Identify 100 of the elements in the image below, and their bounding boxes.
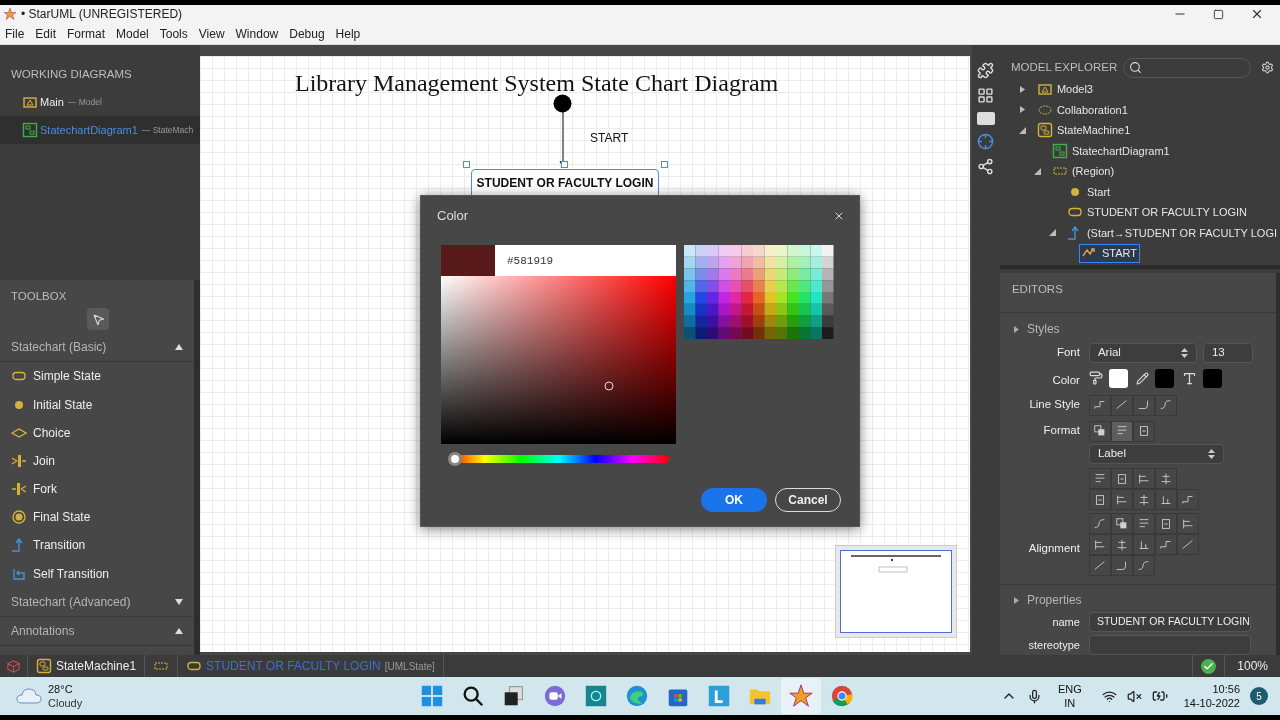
align-button[interactable] bbox=[1154, 534, 1177, 555]
menu-item[interactable]: Debug bbox=[289, 24, 325, 43]
saturation-value-area[interactable] bbox=[441, 276, 676, 444]
menu-item[interactable]: Model bbox=[116, 24, 149, 43]
cube-icon[interactable] bbox=[7, 659, 20, 673]
working-diagram-item[interactable]: Main — Model bbox=[0, 88, 200, 117]
label-format-button[interactable] bbox=[1154, 489, 1177, 510]
section-title[interactable]: Properties bbox=[1026, 591, 1082, 609]
working-diagram-item[interactable]: StatechartDiagram1 — StateMach bbox=[0, 116, 200, 145]
hex-input[interactable]: #581919 bbox=[495, 245, 676, 276]
collapsed-arrow-icon[interactable] bbox=[1019, 85, 1027, 93]
toolbox-section-header[interactable]: Statechart (Basic) bbox=[0, 333, 194, 363]
tree-item[interactable]: START bbox=[1078, 244, 1140, 263]
color-picker-handle[interactable] bbox=[604, 381, 614, 391]
toolbox-item[interactable]: Self Transition bbox=[0, 559, 194, 588]
font-select[interactable]: Arial bbox=[1088, 343, 1197, 363]
hue-slider[interactable] bbox=[448, 452, 669, 466]
collapsed-arrow-icon[interactable] bbox=[1013, 596, 1019, 604]
label-position-button[interactable] bbox=[1154, 468, 1177, 489]
menu-item[interactable]: Window bbox=[235, 24, 279, 43]
format-button[interactable] bbox=[1088, 420, 1111, 442]
hue-slider-thumb[interactable] bbox=[448, 452, 462, 466]
expanded-arrow-icon[interactable] bbox=[1019, 126, 1027, 134]
toolbox-item[interactable]: Initial State bbox=[0, 390, 194, 419]
microphone-icon[interactable] bbox=[1026, 688, 1042, 704]
expanded-arrow-icon[interactable] bbox=[1049, 229, 1057, 237]
toolbox-section-header[interactable]: Annotations bbox=[0, 616, 194, 646]
mute-icon[interactable] bbox=[1126, 688, 1142, 704]
battery-icon[interactable] bbox=[1151, 688, 1168, 704]
label-format-button[interactable] bbox=[1132, 489, 1155, 510]
color-swatch[interactable] bbox=[1202, 368, 1222, 388]
tree-item[interactable]: STUDENT OR FACULTY LOGIN bbox=[1063, 203, 1251, 222]
toolbox-item[interactable]: Choice bbox=[0, 418, 194, 447]
tree-item[interactable]: (Region) bbox=[1048, 162, 1118, 181]
diagram-canvas[interactable]: Library Management System State Chart Diagram START STUDENT OR FACULTY LOGIN Color #581919 OK Cancel bbox=[200, 56, 970, 652]
label-format-button[interactable] bbox=[1110, 489, 1133, 510]
toolbox-item[interactable]: Transition bbox=[0, 531, 194, 560]
navigation-icon[interactable] bbox=[977, 133, 995, 150]
validation-ok-icon[interactable] bbox=[1201, 658, 1217, 674]
align-button[interactable] bbox=[1110, 534, 1133, 555]
menu-item[interactable]: View bbox=[198, 24, 225, 43]
share-icon[interactable] bbox=[977, 158, 995, 175]
align-button[interactable] bbox=[1088, 513, 1111, 534]
label-position-button[interactable] bbox=[1132, 468, 1155, 489]
align-button[interactable] bbox=[1132, 555, 1155, 576]
tree-item[interactable]: Start bbox=[1063, 182, 1114, 201]
label-position-button[interactable] bbox=[1110, 468, 1133, 489]
minimap[interactable] bbox=[835, 545, 957, 638]
settings-icon[interactable] bbox=[1261, 61, 1275, 74]
label-format-button[interactable] bbox=[1088, 489, 1111, 510]
menu-item[interactable]: Help bbox=[335, 24, 361, 43]
maximize-icon[interactable] bbox=[1213, 8, 1224, 20]
selection-handle[interactable] bbox=[463, 161, 470, 168]
clock-time[interactable]: 10:56 bbox=[1212, 682, 1240, 696]
property-field[interactable]: STUDENT OR FACULTY LOGIN bbox=[1088, 612, 1251, 632]
collapsed-arrow-icon[interactable] bbox=[1013, 325, 1019, 333]
grid-icon[interactable] bbox=[977, 87, 995, 104]
wifi-icon[interactable] bbox=[1101, 688, 1117, 704]
tree-item[interactable]: Model3 bbox=[1033, 80, 1096, 99]
tree-item[interactable]: StateMachine1 bbox=[1033, 121, 1134, 140]
align-button[interactable] bbox=[1132, 534, 1155, 555]
color-swatch[interactable] bbox=[1154, 368, 1174, 388]
menu-item[interactable]: File bbox=[5, 24, 25, 43]
toolbox-item[interactable]: Fork bbox=[0, 475, 194, 504]
size-select[interactable]: 13 bbox=[1202, 343, 1253, 363]
toolbox-item[interactable]: Join bbox=[0, 446, 194, 475]
format-button[interactable] bbox=[1132, 420, 1155, 442]
align-button[interactable] bbox=[1132, 513, 1155, 534]
property-field[interactable] bbox=[1088, 635, 1251, 655]
toolbox-item[interactable]: Simple State bbox=[0, 362, 194, 391]
label-format-button[interactable] bbox=[1176, 489, 1199, 510]
tree-item[interactable]: Collaboration1 bbox=[1033, 100, 1131, 119]
clock-date[interactable]: 14-10-2022 bbox=[1183, 696, 1240, 710]
line-style-button[interactable] bbox=[1088, 394, 1111, 416]
tree-item[interactable]: StatechartDiagram1 bbox=[1048, 141, 1173, 160]
initial-state-dot[interactable] bbox=[553, 94, 572, 113]
label-position-button[interactable] bbox=[1088, 468, 1111, 489]
extension-icon[interactable] bbox=[977, 62, 995, 79]
align-button[interactable] bbox=[1176, 513, 1199, 534]
tree-item[interactable]: (Start→STUDENT OR FACULTY LOGI bbox=[1063, 223, 1280, 242]
align-button[interactable] bbox=[1110, 513, 1133, 534]
ok-button[interactable]: OK bbox=[701, 488, 767, 512]
toolbox-item[interactable]: Final State bbox=[0, 503, 194, 532]
menu-item[interactable]: Tools bbox=[159, 24, 188, 43]
expanded-arrow-icon[interactable] bbox=[1034, 167, 1042, 175]
align-button[interactable] bbox=[1110, 555, 1133, 576]
line-style-button[interactable] bbox=[1154, 394, 1177, 416]
align-button[interactable] bbox=[1088, 534, 1111, 555]
label-select[interactable]: Label bbox=[1088, 444, 1224, 464]
align-button[interactable] bbox=[1154, 513, 1177, 534]
notification-badge[interactable]: 5 bbox=[1250, 687, 1268, 705]
menu-item[interactable]: Edit bbox=[35, 24, 57, 43]
line-style-button[interactable] bbox=[1132, 394, 1155, 416]
toolbox-section-header[interactable]: Statechart (Advanced) bbox=[0, 587, 194, 617]
menu-item[interactable]: Format bbox=[67, 24, 106, 43]
language-indicator[interactable]: ENG bbox=[1057, 682, 1082, 696]
selection-handle[interactable] bbox=[661, 161, 668, 168]
format-button[interactable] bbox=[1110, 420, 1133, 442]
color-palette[interactable] bbox=[684, 245, 834, 339]
collapsed-arrow-icon[interactable] bbox=[1019, 106, 1027, 114]
